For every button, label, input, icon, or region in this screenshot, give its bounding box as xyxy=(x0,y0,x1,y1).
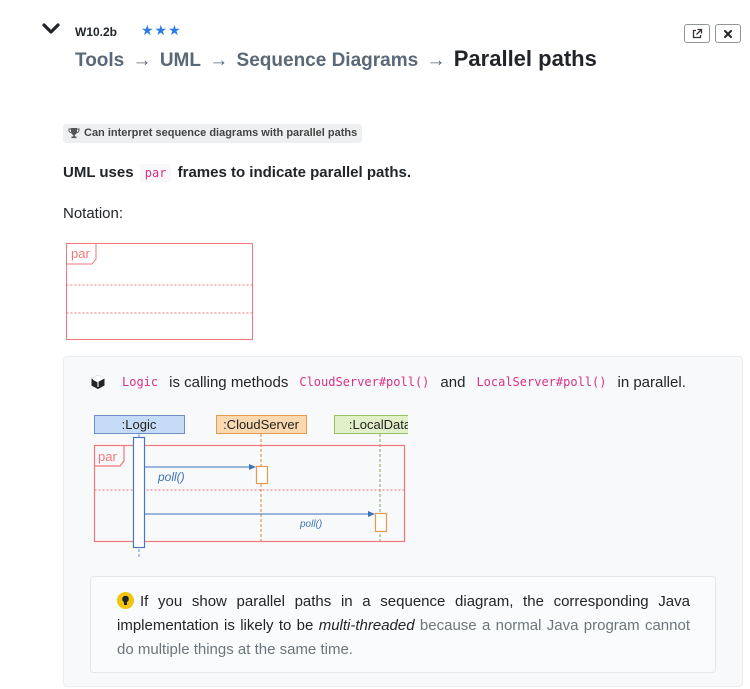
close-button[interactable] xyxy=(715,24,741,43)
local-poll-code: LocalServer#poll() xyxy=(476,375,607,389)
example-text-1: is calling methods xyxy=(169,373,289,391)
breadcrumb-separator: → xyxy=(132,50,152,71)
lead-text-before: UML uses xyxy=(63,164,134,181)
message-2-label: poll() xyxy=(299,519,322,530)
par-frame-label: par xyxy=(71,246,90,261)
open-in-new-window-button[interactable] xyxy=(684,24,710,43)
breadcrumb-separator: → xyxy=(209,50,229,71)
breadcrumb-separator: → xyxy=(426,50,446,71)
section-id: W10.2b xyxy=(75,25,118,39)
trophy-icon xyxy=(68,128,80,139)
cube-icon xyxy=(91,375,105,389)
learning-outcome-badge: Can interpret sequence diagrams with par… xyxy=(63,124,363,143)
external-link-icon xyxy=(692,28,703,38)
cloudserver-lifeline-label: :CloudServer xyxy=(223,417,300,432)
tip-text: If you show parallel paths in a sequence… xyxy=(117,590,690,662)
localdata-activation xyxy=(374,512,388,533)
learning-outcome-text: Can interpret sequence diagrams with par… xyxy=(84,127,358,139)
example-text-2: and xyxy=(440,373,466,391)
example-text-3: in parallel. xyxy=(617,373,686,391)
logic-code: Logic xyxy=(122,375,159,389)
breadcrumb-uml[interactable]: UML xyxy=(160,50,201,71)
page-title: Parallel paths xyxy=(453,46,597,71)
notation-label: Notation: xyxy=(63,205,124,222)
sequence-diagram: :Logic :CloudServer :LocalData par poll(… xyxy=(93,415,408,558)
par-frame-notation: par xyxy=(66,243,253,340)
localdata-lifeline-label: :LocalData xyxy=(349,417,408,432)
logic-lifeline-label: :Logic xyxy=(122,417,157,432)
par-code: par xyxy=(139,164,172,182)
breadcrumb-sequence-diagrams[interactable]: Sequence Diagrams xyxy=(237,50,419,71)
par-frame-label: par xyxy=(98,449,117,464)
tip-emphasis: multi-threaded xyxy=(318,617,415,634)
chevron-down-icon[interactable] xyxy=(41,20,61,38)
example-description: Logic is calling methods CloudServer#pol… xyxy=(90,373,686,391)
cloud-poll-code: CloudServer#poll() xyxy=(299,375,430,389)
lightbulb-icon xyxy=(117,592,134,609)
lead-text-after: frames to indicate parallel paths. xyxy=(177,164,412,181)
logic-activation xyxy=(132,436,146,549)
difficulty-stars: ★★★ xyxy=(141,22,182,38)
breadcrumb-tools[interactable]: Tools xyxy=(75,50,124,71)
cloudserver-activation xyxy=(255,465,269,485)
message-1-label: poll() xyxy=(157,470,185,484)
lead-sentence: UML uses par frames to indicate parallel… xyxy=(63,164,412,182)
breadcrumb: Tools → UML → Sequence Diagrams → Parall… xyxy=(75,46,597,72)
close-icon xyxy=(724,29,732,38)
